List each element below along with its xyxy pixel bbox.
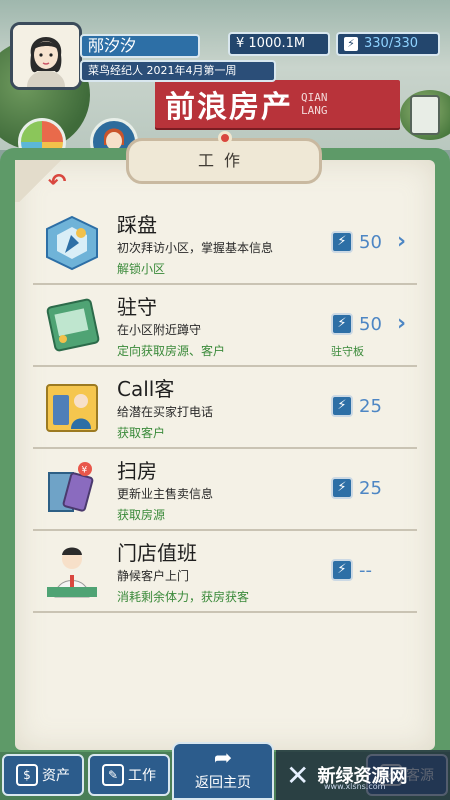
- store-sign-name: 前浪房产: [165, 90, 293, 125]
- work-button[interactable]: ✎ 工作: [88, 754, 170, 796]
- task-list: 踩盘 初次拜访小区，掌握基本信息 解锁小区 ⚡ 50 › 驻守 在小区附近蹲守 …: [33, 203, 417, 613]
- energy-cost: ⚡ 25: [331, 477, 382, 499]
- money-display: ¥ 1000.1M: [228, 32, 330, 56]
- energy-icon: ⚡: [344, 36, 358, 51]
- cost-value: --: [359, 559, 372, 581]
- back-arrow-icon[interactable]: ↶: [48, 170, 66, 195]
- share-arrow-icon: ➦: [213, 746, 233, 771]
- energy-icon: ⚡: [331, 231, 353, 253]
- logo-icon: ✕: [286, 758, 310, 792]
- cost-value: 25: [359, 395, 382, 417]
- task-item-call[interactable]: Call客 给潜在买家打电话 获取客户 ⚡ 25: [33, 367, 417, 449]
- energy-icon: ⚡: [331, 313, 353, 335]
- energy-icon: ⚡: [331, 559, 353, 581]
- task-item-zhiban[interactable]: 门店值班 静候客户上门 消耗剩余体力，获房获客 ⚡ --: [33, 531, 417, 613]
- energy-cost: ⚡ 25: [331, 395, 382, 417]
- phone-call-icon: [41, 377, 103, 437]
- energy-icon: ⚡: [331, 477, 353, 499]
- door-plate: [410, 95, 440, 135]
- player-name: 邴汐汐: [80, 34, 200, 58]
- cost-value: 25: [359, 477, 382, 499]
- player-rank-date: 菜鸟经纪人 2021年4月第一周: [80, 60, 276, 82]
- task-title: 驻守: [117, 295, 157, 319]
- task-item-caipan[interactable]: 踩盘 初次拜访小区，掌握基本信息 解锁小区 ⚡ 50 ›: [33, 203, 417, 285]
- task-title: 扫房: [117, 459, 157, 483]
- task-title: 门店值班: [117, 541, 197, 565]
- energy-display: ⚡ 330/330: [336, 32, 440, 56]
- task-reward: 解锁小区: [117, 262, 166, 276]
- task-desc: 给潜在买家打电话: [117, 405, 214, 419]
- energy-cost: ⚡ 50: [331, 231, 382, 253]
- task-desc: 更新业主售卖信息: [117, 487, 214, 501]
- chevron-right-icon[interactable]: ›: [397, 311, 406, 336]
- cost-value: 50: [359, 313, 382, 335]
- svg-text:¥: ¥: [82, 466, 88, 476]
- agent-desk-icon: [41, 541, 103, 601]
- tablet-icon: [41, 295, 103, 355]
- task-desc: 初次拜访小区，掌握基本信息: [117, 241, 274, 255]
- pin-icon: [218, 131, 232, 145]
- stakeout-board-link[interactable]: 驻守板: [331, 343, 364, 359]
- task-reward: 获取房源: [117, 508, 166, 522]
- task-title: Call客: [117, 377, 175, 401]
- task-item-saofang[interactable]: ¥ 扫房 更新业主售卖信息 获取房源 ⚡ 25: [33, 449, 417, 531]
- energy-value: 330/330: [364, 36, 419, 51]
- assets-button[interactable]: $ 资产: [2, 754, 84, 796]
- task-reward: 获取客户: [117, 426, 166, 440]
- map-icon: [41, 213, 103, 273]
- energy-cost: ⚡ 50: [331, 313, 382, 335]
- money-value: ¥ 1000.1M: [236, 36, 306, 51]
- player-avatar[interactable]: [10, 22, 82, 90]
- watermark: ✕ 新绿资源网 www.xlsns.com: [276, 750, 450, 800]
- task-item-zhushou[interactable]: 驻守 在小区附近蹲守 定向获取房源、客户 ⚡ 50 › 驻守板: [33, 285, 417, 367]
- store-sign-roman: QIAN LANG: [301, 91, 328, 117]
- task-reward: 消耗剩余体力，获房获客: [117, 590, 250, 604]
- task-desc: 在小区附近蹲守: [117, 323, 202, 337]
- watermark-url: www.xlsns.com: [324, 782, 386, 791]
- energy-cost: ⚡ --: [331, 559, 372, 581]
- cost-value: 50: [359, 231, 382, 253]
- home-button[interactable]: ➦ 返回主页: [172, 742, 274, 800]
- pencil-icon: ✎: [102, 764, 124, 786]
- task-desc: 静候客户上门: [117, 569, 190, 583]
- task-title: 踩盘: [117, 213, 157, 237]
- dollar-icon: $: [16, 764, 38, 786]
- chevron-right-icon[interactable]: ›: [397, 229, 406, 254]
- task-reward: 定向获取房源、客户: [117, 344, 226, 358]
- energy-icon: ⚡: [331, 395, 353, 417]
- store-sign: 前浪房产 QIAN LANG: [155, 80, 400, 128]
- phone-building-icon: ¥: [41, 459, 103, 519]
